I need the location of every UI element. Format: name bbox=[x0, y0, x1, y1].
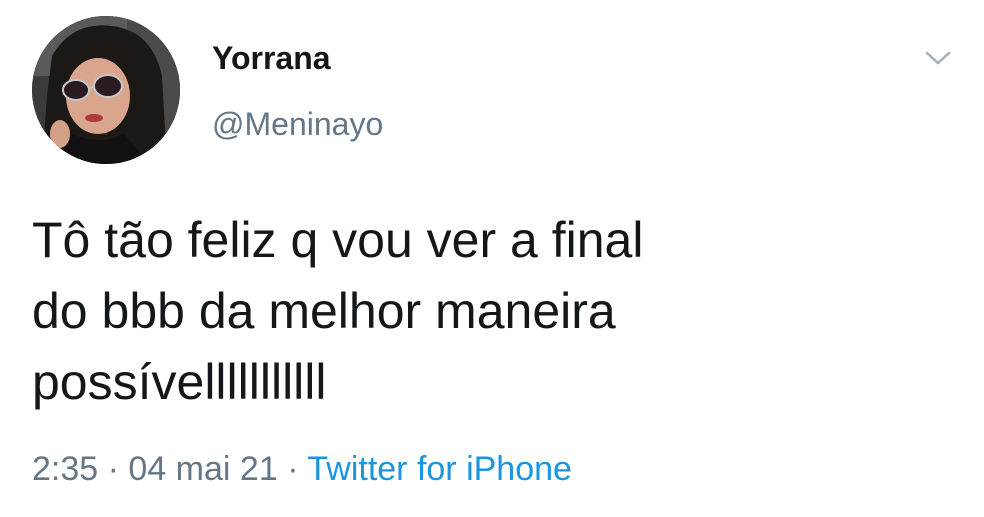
meta-separator: · bbox=[107, 450, 119, 488]
tweet-card: Yorrana @Meninayo Tô tão feliz q vou ver… bbox=[0, 0, 984, 517]
tweet-date[interactable]: 04 mai 21 bbox=[128, 450, 277, 488]
tweet-source-link[interactable]: Twitter for iPhone bbox=[307, 450, 572, 488]
meta-separator: · bbox=[287, 450, 299, 488]
tweet-text: Tô tão feliz q vou ver a final do bbb da… bbox=[32, 205, 932, 418]
tweet-menu-button[interactable] bbox=[920, 44, 956, 72]
tweet-text-line: do bbb da melhor maneira bbox=[32, 283, 616, 339]
tweet-text-line: possívelllllllllll bbox=[32, 354, 327, 410]
profile-photo bbox=[32, 16, 180, 164]
author-display-name[interactable]: Yorrana bbox=[212, 38, 331, 78]
avatar[interactable] bbox=[32, 16, 180, 164]
chevron-down-icon bbox=[925, 51, 951, 65]
tweet-time[interactable]: 2:35 bbox=[32, 450, 98, 488]
tweet-metadata: 2:35 · 04 mai 21 · Twitter for iPhone bbox=[32, 448, 572, 490]
tweet-text-line: Tô tão feliz q vou ver a final bbox=[32, 212, 644, 268]
author-handle[interactable]: @Meninayo bbox=[212, 104, 383, 144]
